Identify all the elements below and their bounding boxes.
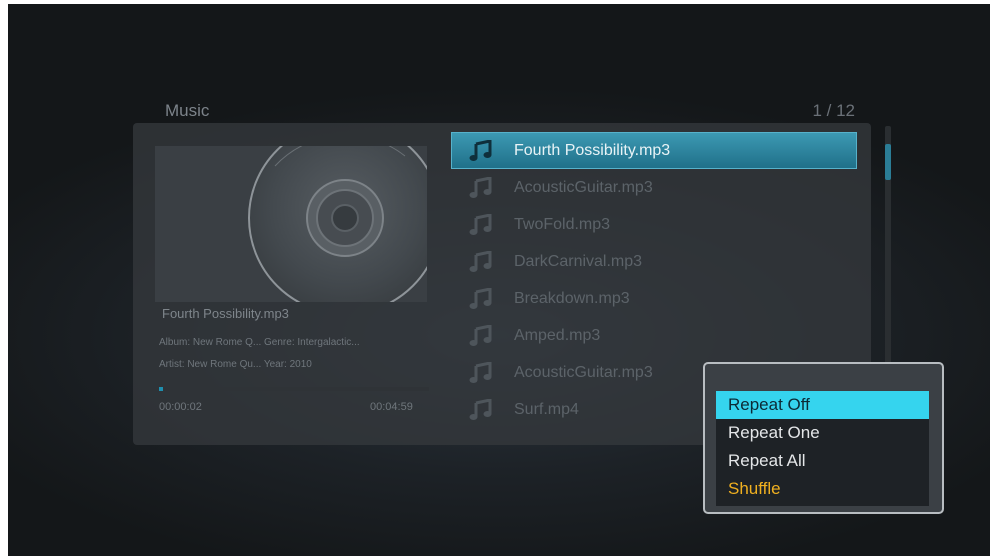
album-genre-info: Album: New Rome Q... Genre: Intergalacti… [159, 337, 360, 348]
music-note-icon [469, 213, 492, 235]
file-label: Surf.mp4 [514, 400, 579, 418]
repeat-menu: Repeat Off Repeat One Repeat All Shuffle [703, 362, 944, 514]
file-item[interactable]: Amped.mp3 [451, 317, 857, 354]
cd-disc-icon [248, 146, 427, 302]
music-note-icon [469, 176, 492, 198]
menu-item-repeat-off[interactable]: Repeat Off [716, 391, 929, 419]
file-item[interactable]: AcousticGuitar.mp3 [451, 169, 857, 206]
file-label: Fourth Possibility.mp3 [514, 141, 671, 159]
file-item[interactable]: Breakdown.mp3 [451, 280, 857, 317]
scrollbar[interactable] [885, 126, 891, 376]
menu-item-repeat-one[interactable]: Repeat One [716, 419, 929, 447]
file-item[interactable]: Fourth Possibility.mp3 [451, 132, 857, 169]
elapsed-time: 00:00:02 [159, 401, 202, 413]
total-time: 00:04:59 [370, 401, 413, 413]
page-counter: 1 / 12 [812, 101, 855, 120]
progress-fill [159, 387, 163, 391]
music-note-icon [469, 398, 492, 420]
music-note-icon [469, 324, 492, 346]
file-label: Amped.mp3 [514, 326, 601, 344]
music-note-icon [469, 250, 492, 272]
file-label: DarkCarnival.mp3 [514, 252, 643, 270]
repeat-menu-list: Repeat Off Repeat One Repeat All Shuffle [716, 391, 929, 506]
file-label: Breakdown.mp3 [514, 289, 630, 307]
progress-bar [159, 387, 429, 391]
page-title: Music [165, 101, 210, 120]
file-item[interactable]: DarkCarnival.mp3 [451, 243, 857, 280]
menu-item-shuffle[interactable]: Shuffle [716, 475, 929, 503]
artist-year-info: Artist: New Rome Qu... Year: 2010 [159, 359, 312, 370]
music-note-icon [469, 287, 492, 309]
file-label: TwoFold.mp3 [514, 215, 611, 233]
music-note-icon [469, 139, 492, 161]
music-note-icon [469, 361, 492, 383]
file-label: AcousticGuitar.mp3 [514, 363, 653, 381]
now-playing-title: Fourth Possibility.mp3 [162, 306, 289, 321]
file-item[interactable]: TwoFold.mp3 [451, 206, 857, 243]
menu-item-repeat-all[interactable]: Repeat All [716, 447, 929, 475]
album-art [155, 146, 427, 302]
file-label: AcousticGuitar.mp3 [514, 178, 653, 196]
scroll-thumb[interactable] [885, 144, 891, 180]
